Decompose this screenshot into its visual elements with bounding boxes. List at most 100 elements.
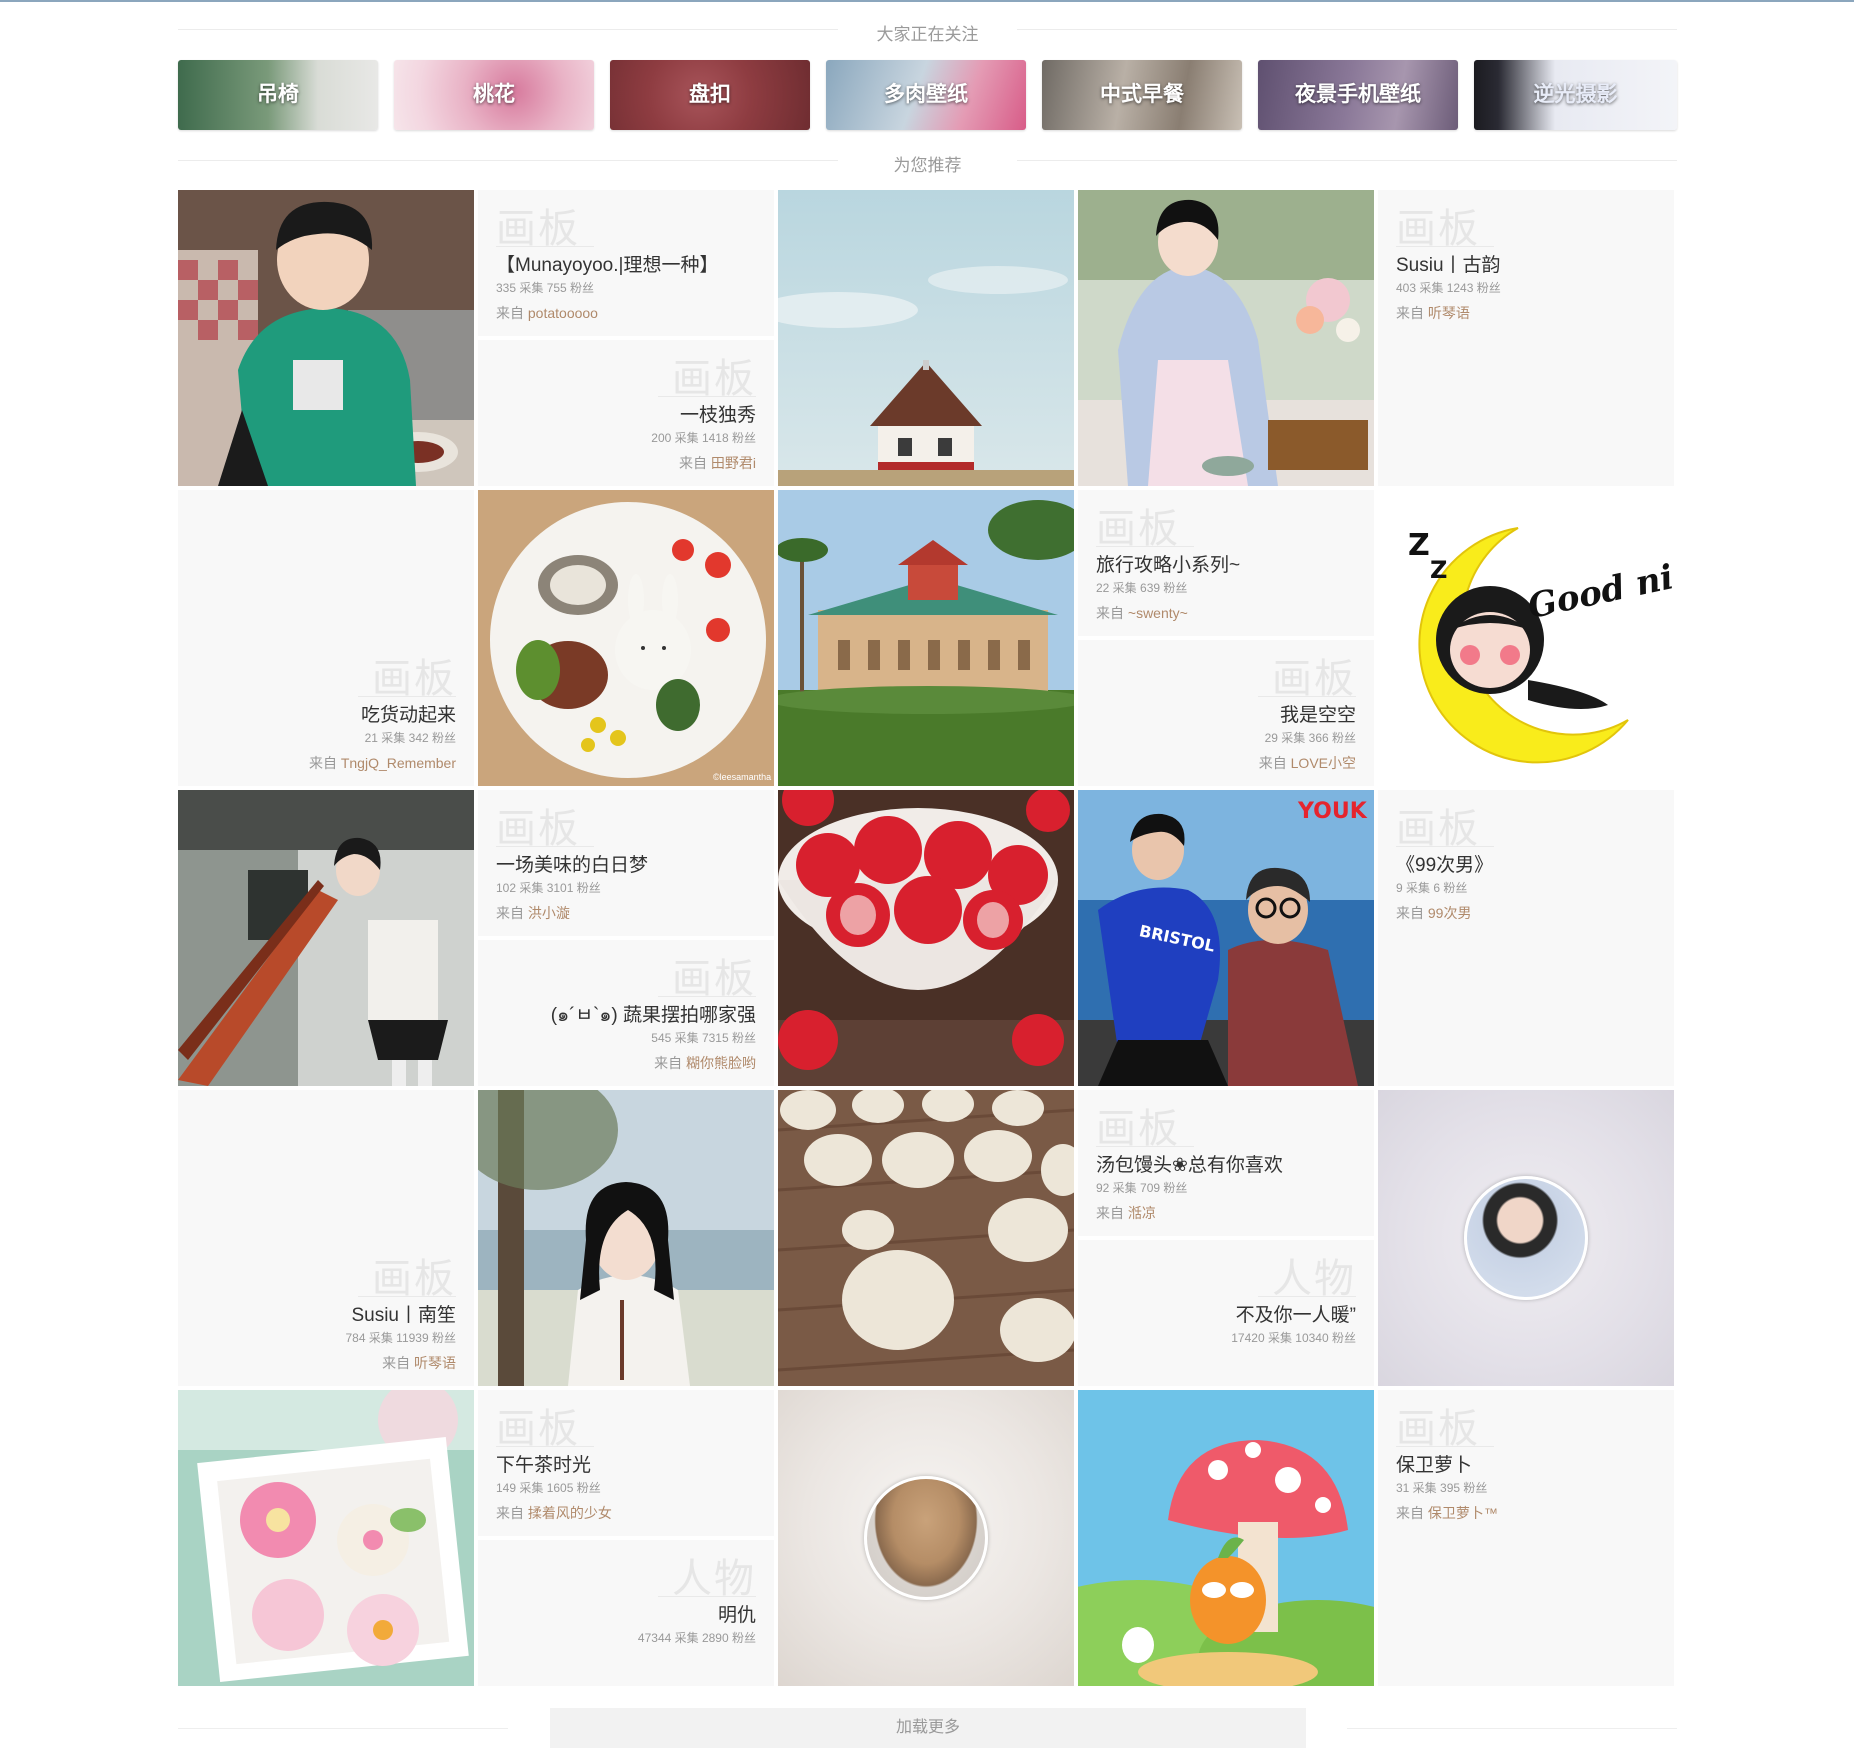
pin-hanfu-girl[interactable] bbox=[1078, 190, 1374, 486]
board-title[interactable]: 旅行攻略小系列~ bbox=[1096, 550, 1240, 577]
owner-link[interactable]: LOVE小空 bbox=[1291, 755, 1356, 771]
owner-link[interactable]: 99次男 bbox=[1428, 905, 1472, 921]
owner-link[interactable]: 揉着风的少女 bbox=[528, 1505, 612, 1521]
owner-link[interactable]: 保卫萝卜™ bbox=[1428, 1505, 1498, 1521]
zzz-icon: Z bbox=[1408, 528, 1430, 563]
board-title[interactable]: 保卫萝卜 bbox=[1396, 1450, 1472, 1477]
load-more-button[interactable]: 加载更多 bbox=[550, 1708, 1306, 1748]
owner-link[interactable]: ~swenty~ bbox=[1128, 605, 1188, 621]
board-title[interactable]: 汤包馒头❀总有你喜欢 bbox=[1096, 1150, 1283, 1177]
owner-link[interactable]: 湉凉 bbox=[1128, 1205, 1156, 1221]
board-owner: 来自 糊你熊脸哟 bbox=[654, 1053, 756, 1073]
pin-person-avatar-hair[interactable] bbox=[778, 1390, 1074, 1686]
pin-two-actors[interactable]: BRISTOL YOUK bbox=[1078, 790, 1374, 1086]
owner-link[interactable]: 洪小漩 bbox=[528, 905, 570, 921]
tag-yejing[interactable]: 夜景手机壁纸 bbox=[1258, 60, 1458, 130]
board-title[interactable]: 一场美味的白日梦 bbox=[496, 850, 648, 877]
youku-logo: YOUK bbox=[1297, 799, 1368, 824]
tag-zhongshi[interactable]: 中式早餐 bbox=[1042, 60, 1242, 130]
from-label: 来自 bbox=[1258, 755, 1287, 771]
pointer-arrow bbox=[1367, 1318, 1374, 1334]
owner-link[interactable]: 糊你熊脸哟 bbox=[686, 1055, 756, 1071]
board-title[interactable]: 下午茶时光 bbox=[496, 1450, 591, 1477]
person-name[interactable]: 明仇 bbox=[718, 1600, 756, 1627]
board-card-xiawu[interactable]: 画板 下午茶时光 149 采集 1605 粉丝 来自 揉着风的少女 bbox=[478, 1390, 774, 1536]
pin-university-building[interactable] bbox=[778, 490, 1074, 786]
board-card-baowei[interactable]: 画板 保卫萝卜 31 采集 395 粉丝 来自 保卫萝卜™ bbox=[1378, 1390, 1674, 1686]
tag-label: 吊椅 bbox=[257, 83, 299, 106]
board-owner: 来自 田野君i bbox=[679, 453, 756, 473]
board-title[interactable]: 吃货动起来 bbox=[361, 700, 456, 727]
board-card-shuguo[interactable]: 画板 (๑´ㅂ`๑) 蔬果摆拍哪家强 545 采集 7315 粉丝 来自 糊你熊… bbox=[478, 940, 774, 1086]
board-title[interactable]: 一枝独秀 bbox=[680, 400, 756, 427]
avatar[interactable] bbox=[864, 1476, 988, 1600]
tag-label: 逆光摄影 bbox=[1533, 83, 1618, 106]
pin-wagashi-box[interactable] bbox=[178, 1390, 474, 1686]
pin-small-house[interactable] bbox=[778, 190, 1074, 486]
board-title[interactable]: Susiu丨南笙 bbox=[351, 1300, 456, 1327]
board-card-susiu-guyun[interactable]: 画板 Susiu丨古韵 403 采集 1243 粉丝 来自 听琴语 bbox=[1378, 190, 1674, 486]
board-title[interactable]: Susiu丨古韵 bbox=[1396, 250, 1501, 277]
board-stats: 403 采集 1243 粉丝 bbox=[1396, 281, 1501, 295]
tag-pankou[interactable]: 盘扣 bbox=[610, 60, 810, 130]
owner-link[interactable]: 听琴语 bbox=[414, 1355, 456, 1371]
recommend-title: 为您推荐 bbox=[893, 156, 962, 175]
tag-label: 中式早餐 bbox=[1100, 83, 1184, 106]
board-owner: 来自 听琴语 bbox=[1396, 303, 1470, 323]
from-label: 来自 bbox=[1396, 905, 1424, 921]
tag-duorou[interactable]: 多肉壁纸 bbox=[826, 60, 1026, 130]
board-card-tangbao[interactable]: 画板 汤包馒头❀总有你喜欢 92 采集 709 粉丝 来自 湉凉 bbox=[1078, 1090, 1374, 1236]
board-stats: 21 采集 342 粉丝 bbox=[364, 731, 456, 745]
board-owner: 来自 LOVE小空 bbox=[1259, 753, 1356, 773]
pointer-arrow bbox=[1378, 228, 1385, 244]
divider bbox=[1396, 846, 1494, 847]
board-card-lvxing[interactable]: 画板 旅行攻略小系列~ 22 采集 639 粉丝 来自 ~swenty~ bbox=[1078, 490, 1374, 636]
pin-steamed-buns[interactable] bbox=[778, 1090, 1074, 1386]
board-title[interactable]: (๑´ㅂ`๑) 蔬果摆拍哪家强 bbox=[551, 1000, 756, 1030]
owner-link[interactable]: potatooooo bbox=[528, 305, 598, 321]
board-owner: 来自 洪小漩 bbox=[496, 903, 570, 923]
board-card-baiyi[interactable]: 画板 一场美味的白日梦 102 采集 3101 粉丝 来自 洪小漩 bbox=[478, 790, 774, 936]
person-card-mingchou[interactable]: 人物 明仇 47344 采集 2890 粉丝 bbox=[478, 1540, 774, 1686]
board-stats: 200 采集 1418 粉丝 bbox=[651, 431, 756, 445]
pointer-arrow bbox=[767, 418, 774, 434]
tag-niguang[interactable]: 逆光摄影 bbox=[1474, 60, 1677, 130]
pin-carrot-mushroom[interactable] bbox=[1078, 1390, 1374, 1686]
pin-good-night[interactable]: Z Z Good night bbox=[1378, 490, 1674, 786]
tag-taohua[interactable]: 桃花 bbox=[394, 60, 594, 130]
pin-boy-eating[interactable] bbox=[178, 190, 474, 486]
image-credit: ©leesamantha bbox=[713, 772, 771, 782]
following-section-header: 大家正在关注 bbox=[178, 14, 1677, 44]
owner-link[interactable]: TngjQ_Remember bbox=[341, 755, 456, 771]
board-owner: 来自 ~swenty~ bbox=[1096, 603, 1188, 623]
person-card-bujini[interactable]: 人物 不及你一人暖” 17420 采集 10340 粉丝 bbox=[1078, 1240, 1374, 1386]
owner-link[interactable]: 田野君i bbox=[711, 455, 756, 471]
pin-person-avatar-girl[interactable] bbox=[1378, 1090, 1674, 1386]
board-title[interactable]: 【Munayoyoo.|理想一种】 bbox=[496, 250, 718, 277]
pin-girl-lake[interactable] bbox=[478, 1090, 774, 1386]
tag-diaoyi[interactable]: 吊椅 bbox=[178, 60, 378, 130]
board-card-kongkong[interactable]: 画板 我是空空 29 采集 366 粉丝 来自 LOVE小空 bbox=[1078, 640, 1374, 786]
board-title[interactable]: 我是空空 bbox=[1280, 700, 1356, 727]
avatar[interactable] bbox=[1464, 1176, 1588, 1300]
from-label: 来自 bbox=[678, 455, 707, 471]
person-name[interactable]: 不及你一人暖” bbox=[1236, 1300, 1356, 1327]
pointer-arrow bbox=[478, 228, 485, 244]
owner-link[interactable]: 听琴语 bbox=[1428, 305, 1470, 321]
board-stats: 149 采集 1605 粉丝 bbox=[496, 1481, 601, 1495]
pin-grapes-bowl[interactable] bbox=[778, 790, 1074, 1086]
tag-label: 盘扣 bbox=[689, 83, 731, 106]
divider bbox=[1396, 1446, 1494, 1447]
board-card-99ci[interactable]: 画板 《99次男》 9 采集 6 粉丝 来自 99次男 bbox=[1378, 790, 1674, 1086]
board-title[interactable]: 《99次男》 bbox=[1396, 850, 1493, 877]
pointer-arrow bbox=[1367, 718, 1374, 734]
board-card-chihuo[interactable]: 画板 吃货动起来 21 采集 342 粉丝 来自 TngjQ_Remember bbox=[178, 490, 474, 786]
from-label: 来自 bbox=[654, 1055, 683, 1071]
pin-girl-bridge[interactable] bbox=[178, 790, 474, 1086]
board-card-munayoyoo[interactable]: 画板 【Munayoyoo.|理想一种】 335 采集 755 粉丝 来自 po… bbox=[478, 190, 774, 336]
board-card-yizhi[interactable]: 画板 一枝独秀 200 采集 1418 粉丝 来自 田野君i bbox=[478, 340, 774, 486]
board-card-susiu-nansheng[interactable]: 画板 Susiu丨南笙 784 采集 11939 粉丝 来自 听琴语 bbox=[178, 1090, 474, 1386]
pin-bunny-plate[interactable]: ©leesamantha bbox=[478, 490, 774, 786]
tag-label: 多肉壁纸 bbox=[884, 83, 968, 106]
board-stats: 102 采集 3101 粉丝 bbox=[496, 881, 601, 895]
